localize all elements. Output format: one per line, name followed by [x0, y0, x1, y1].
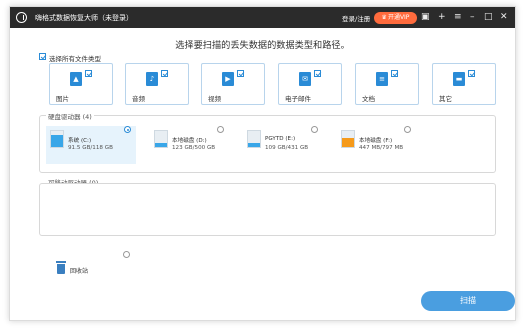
video-checkbox[interactable] [237, 70, 244, 77]
drive-radio[interactable] [311, 126, 318, 133]
image-checkbox[interactable] [85, 70, 92, 77]
file-type-label: 视频 [208, 95, 221, 103]
file-type-label: 音频 [132, 95, 145, 103]
drive-name: 本地磁盘 (F:) [359, 138, 393, 144]
minimize-icon[interactable]: – [470, 11, 475, 23]
video-icon: ▶ [222, 72, 234, 86]
drive-icon [50, 130, 64, 148]
select-all-checkbox[interactable] [39, 53, 46, 60]
drive-size: 447 MB/797 MB [359, 145, 404, 151]
vip-label: 开通VIP [387, 14, 410, 21]
drive-icon [247, 130, 261, 148]
file-type-image[interactable]: ▲ 图片 [49, 63, 113, 105]
drive-size: 91.5 GB/118 GB [68, 145, 113, 151]
logo-icon [16, 12, 27, 23]
app-window: 嗨格式数据恢复大师（未登录） 登录/注册 ♛开通VIP ▣ + ≡ – □ ✕ … [9, 6, 516, 321]
plus-icon[interactable]: + [438, 11, 446, 23]
file-type-audio[interactable]: ♪ 音频 [125, 63, 189, 105]
recycle-bin-label: 回收站 [70, 268, 89, 275]
email-checkbox[interactable] [314, 70, 321, 77]
vip-button[interactable]: ♛开通VIP [374, 12, 417, 24]
recycle-bin-radio[interactable] [123, 251, 130, 258]
scan-button[interactable]: 扫描 [421, 291, 515, 311]
drive-f[interactable]: 本地磁盘 (F:) 447 MB/797 MB [337, 126, 427, 164]
image-icon: ▲ [70, 72, 82, 86]
file-type-label: 文档 [362, 95, 375, 103]
drive-d[interactable]: 本地磁盘 (D:) 123 GB/500 GB [150, 126, 240, 164]
document-checkbox[interactable] [391, 70, 398, 77]
drive-icon [154, 130, 168, 148]
select-all-label: 选择所有文件类型 [49, 55, 101, 63]
drive-icon [341, 130, 355, 148]
file-type-label: 图片 [56, 95, 69, 103]
file-type-video[interactable]: ▶ 视频 [201, 63, 265, 105]
file-type-email[interactable]: ✉ 电子邮件 [278, 63, 342, 105]
drive-e[interactable]: PGYTD (E:) 109 GB/431 GB [243, 126, 333, 164]
drive-radio[interactable] [404, 126, 411, 133]
menu-icon[interactable]: ≡ [454, 11, 462, 23]
drive-name: PGYTD (E:) [265, 136, 296, 142]
drive-radio[interactable] [217, 126, 224, 133]
hard-drive-title: 硬盘驱动器 (4) [46, 111, 94, 121]
other-checkbox[interactable] [468, 70, 475, 77]
other-icon: ▬ [453, 72, 465, 86]
file-type-label: 电子邮件 [285, 95, 311, 103]
page-heading: 选择要扫描的丢失数据的数据类型和路径。 [175, 40, 350, 51]
file-type-label: 其它 [439, 95, 452, 103]
file-type-other[interactable]: ▬ 其它 [432, 63, 496, 105]
removable-drive-section [39, 183, 496, 236]
file-type-document[interactable]: ≡ 文档 [355, 63, 419, 105]
drive-size: 109 GB/431 GB [265, 145, 309, 151]
close-icon[interactable]: ✕ [500, 11, 508, 23]
drive-name: 系统 (C:) [68, 138, 92, 144]
title-bar: 嗨格式数据恢复大师（未登录） 登录/注册 ♛开通VIP ▣ + ≡ – □ ✕ [10, 7, 515, 28]
document-icon: ≡ [376, 72, 388, 86]
drive-radio[interactable] [124, 126, 131, 133]
window-title: 嗨格式数据恢复大师（未登录） [35, 14, 133, 22]
audio-icon: ♪ [146, 72, 158, 86]
login-link[interactable]: 登录/注册 [342, 13, 370, 23]
maximize-icon[interactable]: □ [484, 11, 493, 23]
audio-checkbox[interactable] [161, 70, 168, 77]
chat-icon[interactable]: ▣ [421, 11, 430, 23]
crown-icon: ♛ [381, 14, 387, 21]
trash-icon [56, 261, 66, 274]
email-icon: ✉ [299, 72, 311, 86]
drive-name: 本地磁盘 (D:) [172, 138, 207, 144]
drive-c[interactable]: 系统 (C:) 91.5 GB/118 GB [46, 126, 136, 164]
drive-size: 123 GB/500 GB [172, 145, 216, 151]
